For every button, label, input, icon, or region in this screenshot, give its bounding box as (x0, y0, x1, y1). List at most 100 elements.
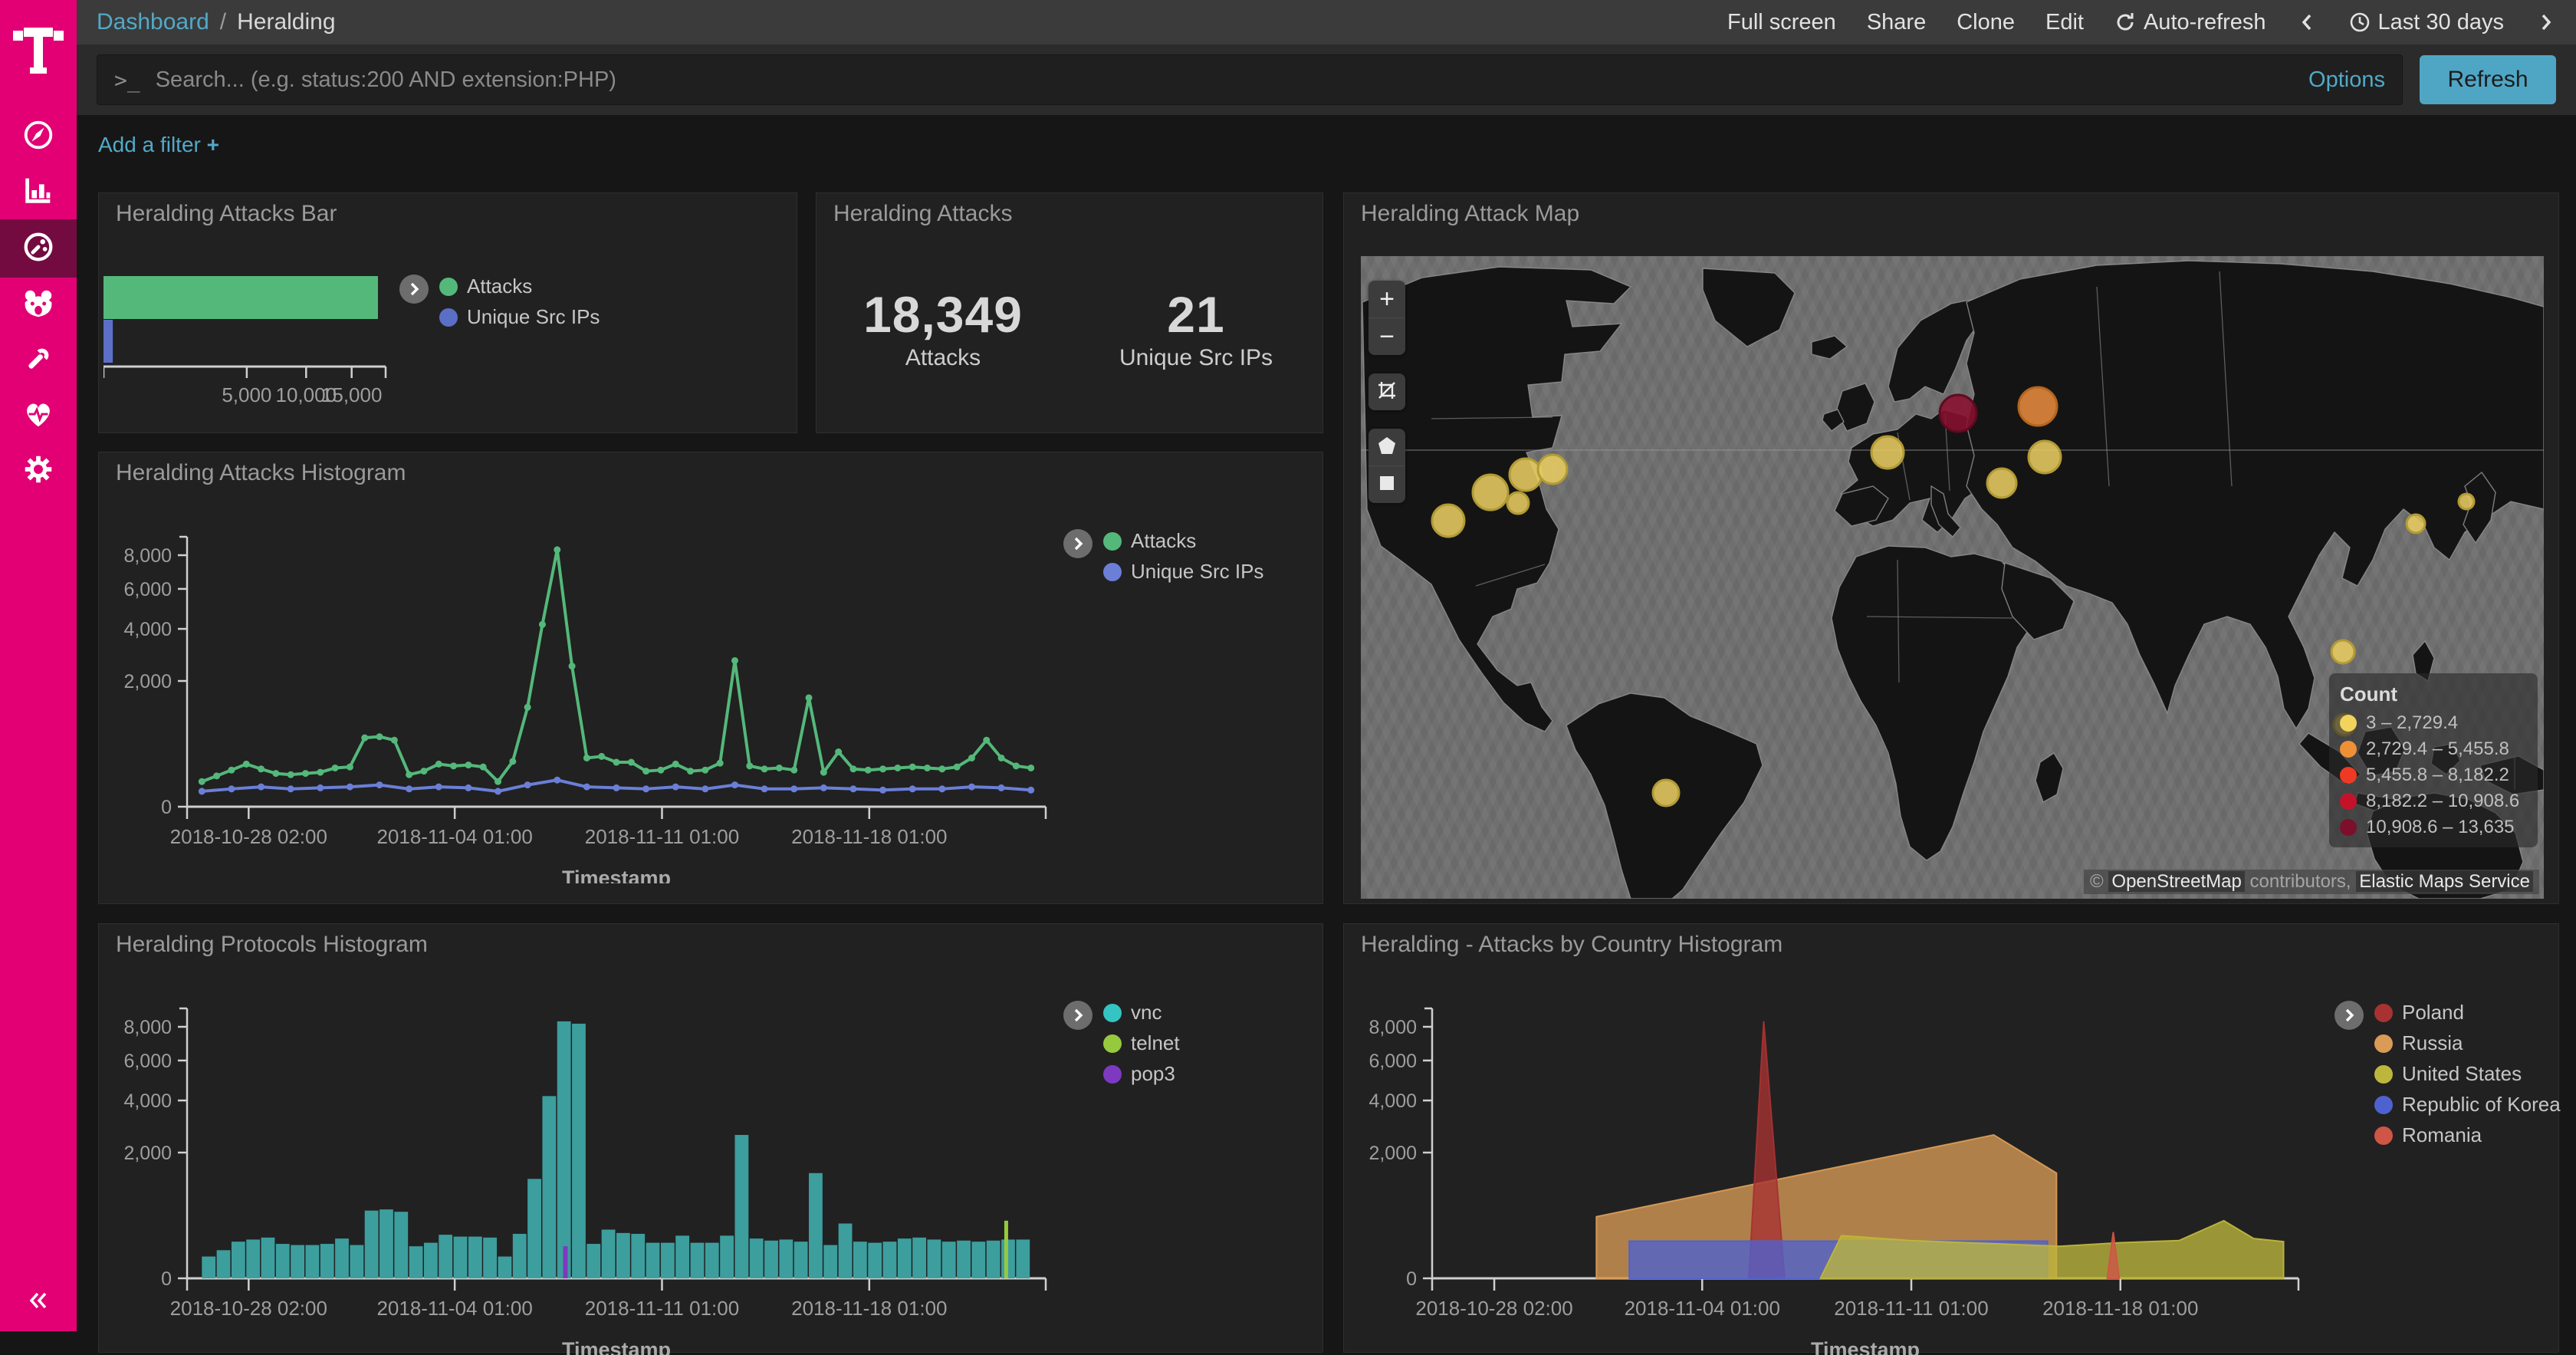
bar-vnc[interactable] (868, 1243, 882, 1278)
data-point[interactable] (243, 761, 250, 768)
bar-vnc[interactable] (202, 1257, 215, 1278)
bar-vnc[interactable] (942, 1242, 956, 1278)
bar-vnc[interactable] (424, 1243, 438, 1278)
bar-vnc[interactable] (380, 1209, 393, 1278)
bar-vnc[interactable] (276, 1244, 290, 1278)
bar-vnc[interactable] (839, 1224, 853, 1278)
data-point[interactable] (702, 785, 708, 792)
options-link[interactable]: Options (2308, 67, 2385, 93)
data-point[interactable] (420, 768, 427, 775)
sidebar-item-discover[interactable] (0, 109, 77, 164)
data-point[interactable] (983, 737, 990, 744)
clone-button[interactable]: Clone (1957, 10, 2015, 35)
legend-item[interactable]: Unique Src IPs (439, 305, 600, 329)
bar-vnc[interactable] (365, 1211, 379, 1278)
bar-telnet[interactable] (1004, 1221, 1008, 1278)
data-point[interactable] (347, 784, 353, 791)
bar-vnc[interactable] (350, 1245, 363, 1278)
bar-vnc[interactable] (750, 1238, 764, 1278)
data-point[interactable] (938, 785, 945, 792)
attack-location-circle[interactable] (2029, 441, 2061, 473)
data-point[interactable] (909, 785, 916, 792)
data-point[interactable] (1013, 762, 1020, 769)
data-point[interactable] (849, 765, 856, 772)
data-point[interactable] (450, 762, 457, 769)
data-point[interactable] (998, 755, 1005, 761)
data-point[interactable] (820, 784, 827, 791)
bar-vnc[interactable] (305, 1245, 319, 1278)
data-point[interactable] (583, 755, 590, 761)
legend-item[interactable]: pop3 (1103, 1062, 1180, 1086)
bar-vnc[interactable] (454, 1237, 468, 1278)
data-point[interactable] (806, 694, 813, 701)
data-point[interactable] (495, 778, 501, 785)
legend-item[interactable]: United States (2374, 1062, 2561, 1086)
refresh-button[interactable]: Refresh (2420, 55, 2556, 104)
bar-unique-src-ips[interactable] (104, 320, 113, 363)
attack-location-circle[interactable] (2331, 640, 2354, 663)
bar-vnc[interactable] (246, 1239, 260, 1278)
bar-vnc[interactable] (542, 1096, 556, 1278)
bar-vnc[interactable] (1016, 1239, 1030, 1278)
data-point[interactable] (894, 765, 901, 771)
bar-vnc[interactable] (513, 1234, 527, 1278)
bar-vnc[interactable] (468, 1237, 482, 1278)
data-point[interactable] (746, 762, 753, 769)
bar-vnc[interactable] (631, 1234, 645, 1278)
map-zoom-in-button[interactable]: + (1368, 281, 1405, 317)
legend-item[interactable]: Russia (2374, 1031, 2561, 1055)
data-point[interactable] (865, 767, 872, 774)
bar-vnc[interactable] (661, 1243, 675, 1278)
data-point[interactable] (213, 772, 220, 779)
data-point[interactable] (199, 778, 205, 785)
bar-vnc[interactable] (779, 1239, 793, 1278)
sidebar-item-management[interactable] (0, 443, 77, 498)
bar-vnc[interactable] (987, 1241, 1001, 1278)
map-draw-polygon-button[interactable] (1368, 429, 1405, 465)
data-point[interactable] (1027, 787, 1034, 794)
legend-item[interactable]: Republic of Korea (2374, 1093, 2561, 1117)
data-point[interactable] (776, 765, 783, 771)
map-zoom-out-button[interactable]: − (1368, 317, 1405, 355)
bar-vnc[interactable] (705, 1243, 719, 1278)
data-point[interactable] (790, 785, 797, 792)
data-point[interactable] (554, 546, 560, 553)
bar-vnc[interactable] (794, 1242, 808, 1278)
telekom-logo[interactable] (0, 0, 77, 92)
data-point[interactable] (879, 787, 886, 794)
bar-vnc[interactable] (409, 1246, 423, 1278)
auto-refresh-button[interactable]: Auto-refresh (2114, 10, 2266, 35)
legend-item[interactable]: Attacks (439, 275, 600, 298)
data-point[interactable] (924, 765, 931, 771)
bar-vnc[interactable] (439, 1235, 452, 1278)
bar-vnc[interactable] (527, 1179, 541, 1278)
bar-vnc[interactable] (720, 1235, 734, 1278)
bar-vnc[interactable] (572, 1024, 586, 1278)
openstreetmap-link[interactable]: OpenStreetMap (2108, 871, 2244, 892)
data-point[interactable] (583, 784, 590, 791)
sidebar-item-visualize[interactable] (0, 164, 77, 219)
data-point[interactable] (731, 781, 738, 788)
attack-location-circle[interactable] (1653, 780, 1679, 806)
data-point[interactable] (717, 760, 724, 767)
world-map[interactable]: + − (1361, 256, 2544, 899)
data-point[interactable] (228, 767, 235, 774)
full-screen-button[interactable]: Full screen (1727, 10, 1836, 35)
share-button[interactable]: Share (1867, 10, 1926, 35)
data-point[interactable] (539, 621, 546, 628)
legend-toggle-icon[interactable] (2334, 1001, 2364, 1030)
data-point[interactable] (998, 784, 1005, 791)
data-point[interactable] (613, 784, 620, 791)
attack-location-circle[interactable] (1510, 459, 1542, 491)
bar-vnc[interactable] (498, 1257, 512, 1278)
data-point[interactable] (524, 704, 531, 711)
sidebar-item-dashboard[interactable] (0, 219, 77, 278)
data-point[interactable] (258, 784, 264, 791)
data-point[interactable] (332, 765, 339, 771)
sidebar-item-monitoring[interactable] (0, 388, 77, 443)
bar-vnc[interactable] (971, 1242, 985, 1278)
attack-location-circle[interactable] (1432, 505, 1464, 537)
data-point[interactable] (598, 753, 605, 760)
attack-location-circle[interactable] (1987, 469, 2016, 498)
bar-vnc[interactable] (616, 1233, 630, 1278)
